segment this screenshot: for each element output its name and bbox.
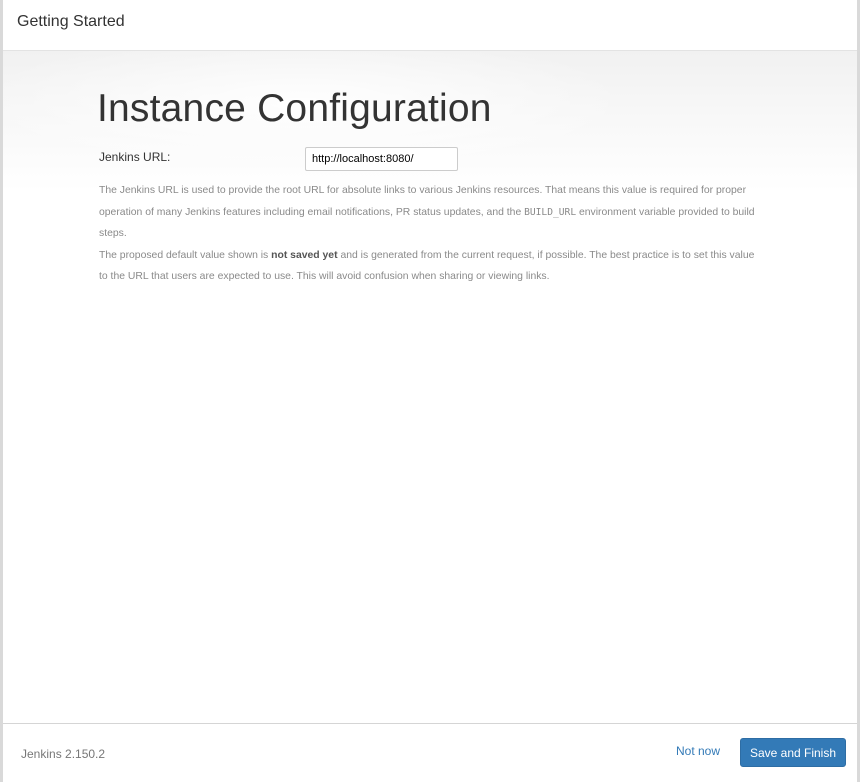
help-text: The proposed default value shown is	[99, 249, 272, 261]
dialog-footer: Jenkins 2.150.2 Not now Save and Finish	[3, 723, 857, 782]
help-paragraph-1: The Jenkins URL is used to provide the r…	[99, 180, 759, 245]
setup-wizard-dialog: Getting Started Instance Configuration J…	[0, 0, 860, 782]
not-now-link[interactable]: Not now	[676, 744, 720, 758]
jenkins-url-input[interactable]	[305, 147, 458, 171]
dialog-title: Getting Started	[17, 13, 125, 30]
jenkins-url-help: The Jenkins URL is used to provide the r…	[99, 180, 759, 288]
build-url-code: BUILD_URL	[524, 206, 577, 218]
jenkins-url-label: Jenkins URL:	[99, 150, 171, 164]
jenkins-version: Jenkins 2.150.2	[21, 747, 106, 761]
page-title: Instance Configuration	[97, 87, 492, 130]
dialog-header: Getting Started	[3, 0, 857, 51]
not-saved-emphasis: not saved yet	[271, 249, 338, 261]
save-and-finish-button[interactable]: Save and Finish	[740, 738, 846, 767]
dialog-body: Instance Configuration Jenkins URL: The …	[3, 51, 857, 723]
help-paragraph-2: The proposed default value shown is not …	[99, 245, 759, 288]
